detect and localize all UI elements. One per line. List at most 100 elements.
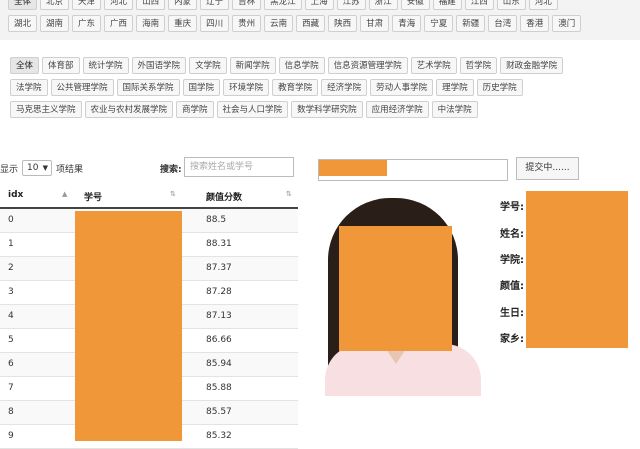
filter-chip[interactable]: 公共管理学院 (50, 79, 114, 96)
filter-chip[interactable]: 江西 (464, 0, 494, 10)
cell-score: 85.94 (206, 359, 232, 369)
filter-chip[interactable]: 教育学院 (272, 79, 319, 96)
page-length-value: 10 (27, 163, 39, 173)
filter-chip[interactable]: 国际关系学院 (116, 79, 180, 96)
cell-idx: 4 (8, 311, 14, 321)
filter-chip[interactable]: 山西 (136, 0, 166, 10)
profile-redaction (526, 191, 628, 348)
profile-field-label: 家乡: (500, 334, 524, 345)
filter-chip[interactable]: 宁夏 (424, 15, 454, 32)
filter-chip[interactable]: 外国语学院 (131, 57, 187, 74)
filter-chip[interactable]: 国学院 (182, 79, 221, 96)
region-filter-row-1: 全体 北京 天津 河北 山西 内蒙 辽宁 吉林 黑龙江 上海 江苏 浙江 安徽 福建 江西 山东 河北 (8, 0, 558, 10)
filter-chip[interactable]: 福建 (432, 0, 462, 10)
filter-chip[interactable]: 西藏 (296, 15, 326, 32)
cell-score: 85.32 (206, 431, 232, 441)
filter-chip[interactable]: 商学院 (176, 101, 214, 118)
cell-score: 85.88 (206, 383, 232, 393)
filter-chip[interactable]: 统计学院 (82, 57, 129, 74)
filter-chip[interactable]: 黑龙江 (264, 0, 302, 10)
filter-chip[interactable]: 海南 (136, 15, 166, 32)
cell-score: 87.37 (206, 263, 232, 273)
filter-chip[interactable]: 艺术学院 (410, 57, 457, 74)
filter-chip[interactable]: 财政金融学院 (500, 57, 564, 74)
sort-icon[interactable]: ⇅ (286, 190, 292, 198)
filter-chip[interactable]: 澳门 (552, 15, 582, 32)
filter-chip[interactable]: 中法学院 (431, 101, 478, 118)
filter-chip[interactable]: 贵州 (232, 15, 262, 32)
profile-field-label: 生日: (500, 308, 524, 319)
column-header-id[interactable]: 学号 (84, 190, 102, 203)
sort-icon[interactable]: ⇅ (170, 190, 176, 198)
filter-chip[interactable]: 环境学院 (223, 79, 270, 96)
filter-chip[interactable]: 劳动人事学院 (370, 79, 434, 96)
filter-chip[interactable]: 天津 (72, 0, 102, 10)
filter-chip[interactable]: 湖北 (8, 15, 38, 32)
cell-idx: 9 (8, 431, 14, 441)
filter-chip[interactable]: 理学院 (436, 79, 474, 96)
page-length-select[interactable]: 10 ▼ (22, 160, 53, 176)
cell-score: 85.57 (206, 407, 232, 417)
cell-idx: 2 (8, 263, 14, 273)
filter-chip[interactable]: 信息学院 (278, 57, 325, 74)
submit-button[interactable]: 提交中...... (516, 157, 579, 180)
filter-chip[interactable]: 浙江 (368, 0, 398, 10)
filter-chip[interactable]: 台湾 (488, 15, 518, 32)
filter-chip[interactable]: 马克思主义学院 (10, 101, 82, 118)
search-label: 搜索: (160, 165, 182, 175)
filter-chip[interactable]: 哲学院 (459, 57, 498, 74)
profile-field-label: 颜值: (500, 281, 524, 292)
filter-chip[interactable]: 吉林 (232, 0, 262, 10)
filter-chip[interactable]: 上海 (304, 0, 334, 10)
filter-chip[interactable]: 河北 (528, 0, 558, 10)
filter-chip[interactable]: 全体 (8, 0, 38, 10)
filter-chip[interactable]: 经济学院 (321, 79, 368, 96)
filter-chip[interactable]: 江苏 (336, 0, 366, 10)
cell-score: 87.13 (206, 311, 232, 321)
filter-chip[interactable]: 新疆 (456, 15, 486, 32)
filter-chip[interactable]: 香港 (520, 15, 550, 32)
filter-chip[interactable]: 辽宁 (200, 0, 230, 10)
cell-idx: 5 (8, 335, 14, 345)
filter-chip[interactable]: 社会与人口学院 (216, 101, 289, 118)
filter-chip[interactable]: 河北 (104, 0, 134, 10)
column-header-score[interactable]: 颜值分数 (206, 190, 242, 203)
filter-chip[interactable]: 云南 (264, 15, 294, 32)
filter-chip[interactable]: 信息资源管理学院 (327, 57, 408, 74)
sort-asc-icon[interactable]: ▲ (62, 190, 67, 198)
cell-idx: 7 (8, 383, 14, 393)
college-filter-row-3: 马克思主义学院 农业与农村发展学院 商学院 社会与人口学院 数学科学研究院 应用经济学院中… (10, 101, 478, 118)
filter-chip[interactable]: 全体 (10, 57, 40, 74)
cell-score: 88.5 (206, 215, 227, 225)
face-redaction (339, 226, 452, 351)
filter-chip[interactable]: 重庆 (168, 15, 198, 32)
cell-idx: 1 (8, 239, 14, 249)
cell-idx: 3 (8, 287, 14, 297)
filter-chip[interactable]: 农业与农村发展学院 (84, 101, 174, 118)
filter-chip[interactable]: 甘肃 (360, 15, 390, 32)
length-show-label: 显示 (0, 164, 19, 175)
filter-chip[interactable]: 广东 (72, 15, 102, 32)
filter-chip[interactable]: 安徽 (400, 0, 430, 10)
filter-chip[interactable]: 四川 (200, 15, 230, 32)
filter-chip[interactable]: 文学院 (189, 57, 227, 74)
filter-chip[interactable]: 新闻学院 (229, 57, 276, 74)
column-header-idx[interactable]: idx (8, 190, 23, 200)
filter-chip[interactable]: 体育部 (42, 57, 80, 74)
filter-chip[interactable]: 北京 (40, 0, 70, 10)
search-input[interactable]: 搜索姓名或学号 (184, 157, 294, 177)
filter-chip[interactable]: 应用经济学院 (365, 101, 429, 118)
filter-chip[interactable]: 历史学院 (476, 79, 523, 96)
length-suffix-label: 项结果 (56, 164, 84, 175)
cell-idx: 8 (8, 407, 14, 417)
filter-chip[interactable]: 广西 (104, 15, 134, 32)
filter-chip[interactable]: 法学院 (10, 79, 48, 96)
filter-chip[interactable]: 湖南 (40, 15, 70, 32)
filter-chip[interactable]: 数学科学研究院 (291, 101, 363, 118)
filter-chip[interactable]: 山东 (496, 0, 526, 10)
profile-field-label: 姓名: (500, 229, 524, 240)
filter-chip[interactable]: 陕西 (328, 15, 358, 32)
filter-chip[interactable]: 内蒙 (168, 0, 198, 10)
cell-score: 86.66 (206, 335, 232, 345)
filter-chip[interactable]: 青海 (392, 15, 422, 32)
